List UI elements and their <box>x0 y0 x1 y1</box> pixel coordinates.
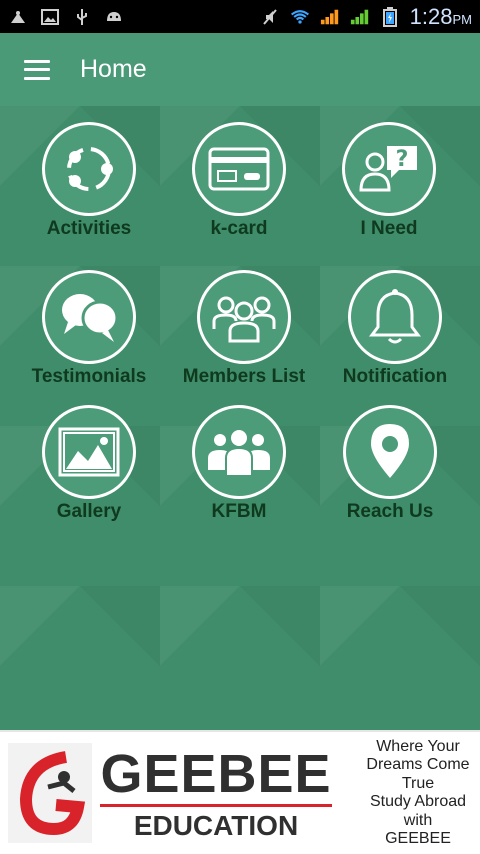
signal-icon <box>350 8 370 26</box>
tile-k-card[interactable]: k-card <box>164 122 314 240</box>
tile-label: Testimonials <box>31 366 147 387</box>
menu-button[interactable] <box>0 33 74 106</box>
home-grid: Activities k-card ? I Need Testimonials … <box>0 106 480 730</box>
tile-testimonials[interactable]: Testimonials <box>14 270 164 388</box>
status-bar: 1:28PM <box>0 0 480 33</box>
tile-label: I Need <box>360 218 418 239</box>
tile-label: Notification <box>342 366 448 387</box>
brand-logo: GEEBEE EDUCATION <box>100 746 332 841</box>
tile-gallery[interactable]: Gallery <box>14 405 164 523</box>
tile-label: k-card <box>210 218 268 239</box>
mute-icon <box>260 8 280 26</box>
android-icon <box>104 8 124 26</box>
clock: 1:28PM <box>409 3 472 29</box>
tile-i-need[interactable]: ? I Need <box>314 122 464 240</box>
image-icon <box>40 8 60 26</box>
tile-label: Gallery <box>56 501 122 522</box>
svg-text:?: ? <box>396 147 409 172</box>
picture-icon <box>42 405 136 499</box>
brand-divider <box>100 803 332 807</box>
bell-icon <box>348 270 442 364</box>
tile-activities[interactable]: Activities <box>14 122 164 240</box>
banner-tagline: Where Your Dreams Come True Study Abroad… <box>366 737 470 848</box>
usb-icon <box>72 8 92 26</box>
tile-kfbm[interactable]: KFBM <box>164 405 314 523</box>
ad-banner[interactable]: GEEBEE EDUCATION Where Your Dreams Come … <box>0 730 480 854</box>
hamburger-icon <box>24 59 50 80</box>
app-bar: Home <box>0 33 480 106</box>
chat-bubbles-icon <box>42 270 136 364</box>
geebee-logo-icon <box>6 733 94 853</box>
wifi-icon <box>290 8 310 26</box>
group-icon <box>197 270 291 364</box>
battery-charging-icon <box>380 6 400 27</box>
tile-label: Reach Us <box>346 501 434 522</box>
tile-label: Members List <box>182 366 306 387</box>
page-title: Home <box>80 55 147 83</box>
tile-members-list[interactable]: Members List <box>169 270 319 388</box>
share-network-icon <box>42 122 136 216</box>
people-icon <box>192 405 286 499</box>
question-chat-icon: ? <box>342 122 436 216</box>
brand-subtitle: EDUCATION <box>133 809 299 841</box>
credit-card-icon <box>192 122 286 216</box>
tile-reach-us[interactable]: Reach Us <box>315 405 465 523</box>
location-pin-icon <box>343 405 437 499</box>
brand-name: GEEBEE <box>100 743 332 804</box>
signal-icon <box>320 8 340 26</box>
tile-notification[interactable]: Notification <box>320 270 470 388</box>
app-notification-icon <box>8 8 28 26</box>
tile-label: Activities <box>46 218 132 239</box>
tile-label: KFBM <box>211 501 267 522</box>
